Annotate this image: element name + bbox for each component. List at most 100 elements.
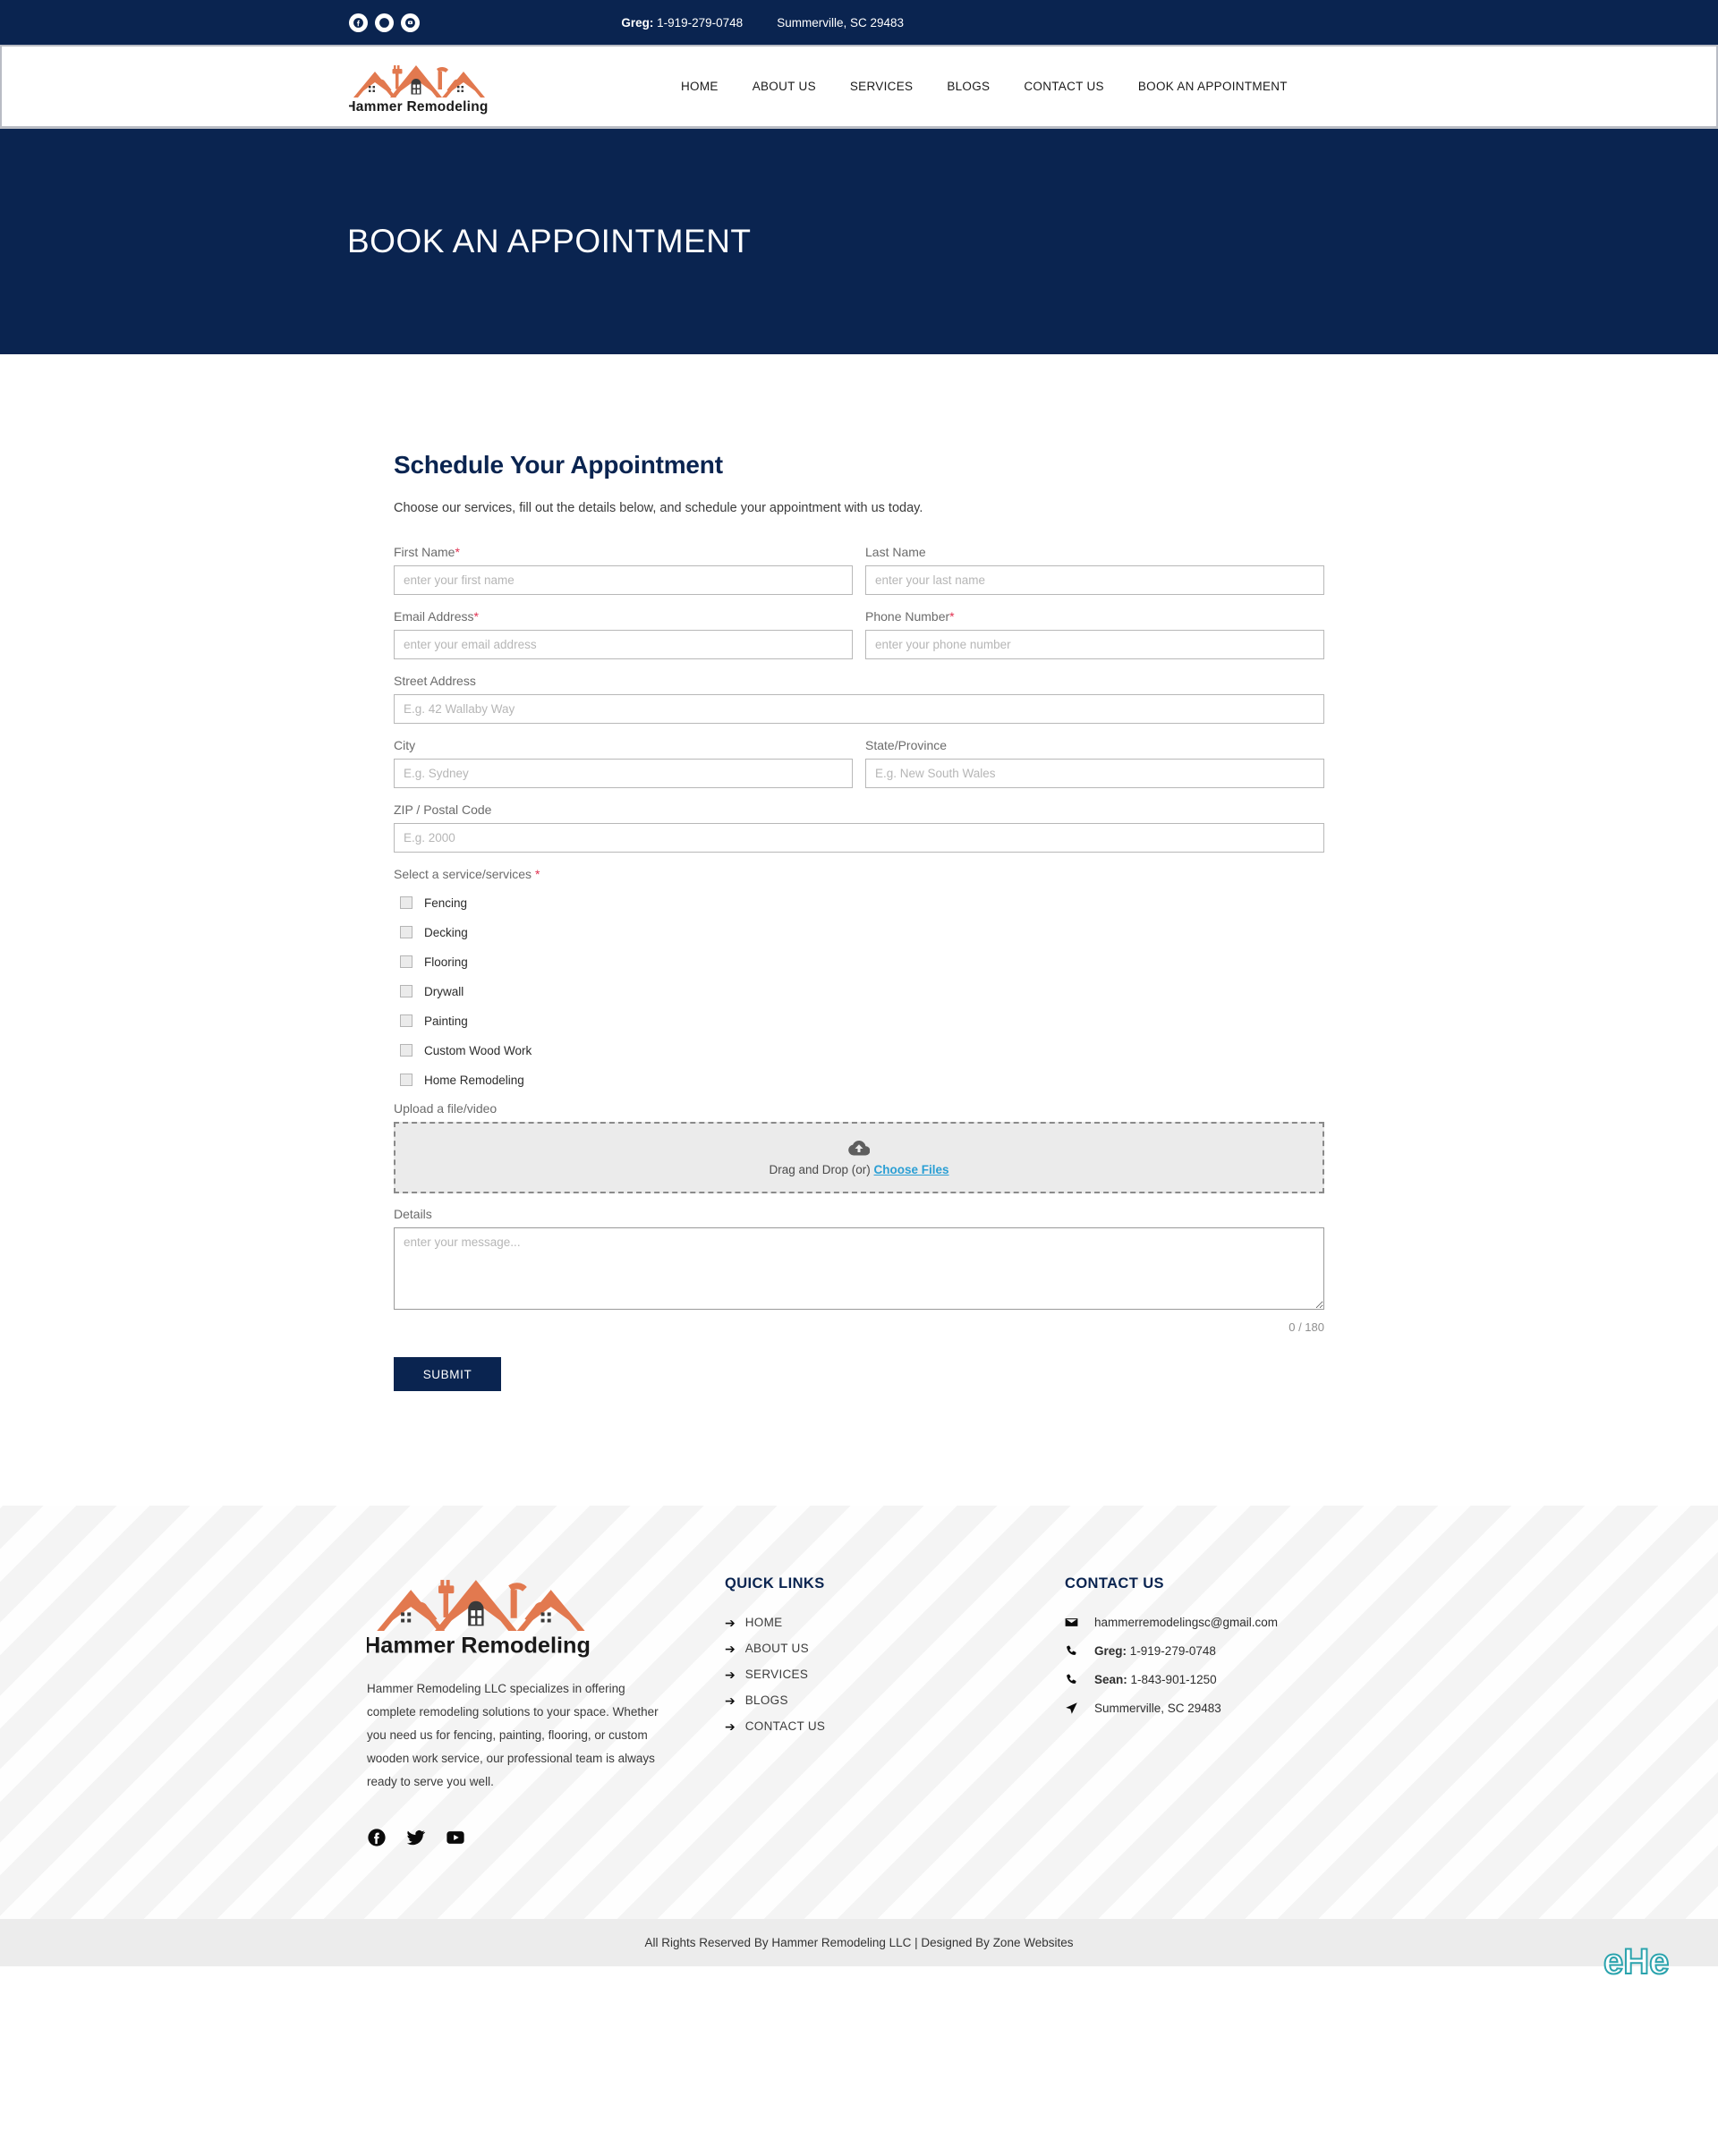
- nav-item-services[interactable]: SERVICES: [833, 80, 930, 93]
- checkbox-box[interactable]: [400, 896, 412, 909]
- nav-item-book-an-appointment[interactable]: BOOK AN APPOINTMENT: [1121, 80, 1305, 93]
- twitter-icon[interactable]: [406, 1828, 426, 1847]
- chat-widget-launcher[interactable]: eHe: [1596, 1932, 1704, 1982]
- youtube-icon[interactable]: [401, 13, 420, 32]
- copyright-main: All Rights Reserved By Hammer Remodeling…: [644, 1935, 993, 1949]
- contact-phone-sean-number: 1-843-901-1250: [1130, 1673, 1217, 1686]
- quick-links-heading: QUICK LINKS: [725, 1575, 825, 1592]
- required-asterisk: *: [534, 867, 540, 881]
- contact-phone-sean-name: Sean:: [1094, 1673, 1127, 1686]
- top-bar: Greg: 1-919-279-0748 Summerville, SC 294…: [0, 0, 1718, 45]
- checkbox-box[interactable]: [400, 1014, 412, 1027]
- field-zip-postal-code: ZIP / Postal Code: [394, 802, 1324, 853]
- hero-banner: BOOK AN APPOINTMENT: [0, 129, 1718, 354]
- street-address-label: Street Address: [394, 674, 476, 688]
- page-title: BOOK AN APPOINTMENT: [347, 223, 752, 259]
- checkbox-label: Custom Wood Work: [424, 1043, 532, 1057]
- contact-phone-sean-row[interactable]: Sean: 1-843-901-1250: [1065, 1673, 1351, 1686]
- copyright-bar: All Rights Reserved By Hammer Remodeling…: [0, 1918, 1718, 1982]
- contact-address-row: Summerville, SC 29483: [1065, 1702, 1351, 1715]
- top-bar-phone: Greg: 1-919-279-0748: [621, 16, 743, 30]
- email-input[interactable]: [394, 630, 853, 659]
- first-name-label: First Name*: [394, 545, 460, 559]
- choose-files-link[interactable]: Choose Files: [874, 1163, 949, 1176]
- field-city: City: [394, 738, 853, 788]
- checkbox-drywall[interactable]: Drywall: [394, 980, 1324, 1003]
- envelope-icon: [1065, 1616, 1083, 1629]
- checkbox-painting[interactable]: Painting: [394, 1009, 1324, 1032]
- details-label: Details: [394, 1207, 432, 1221]
- last-name-input[interactable]: [865, 565, 1324, 595]
- state-province-label: State/Province: [865, 738, 948, 752]
- checkbox-label: Fencing: [424, 896, 468, 910]
- first-name-input[interactable]: [394, 565, 853, 595]
- checkbox-fencing[interactable]: Fencing: [394, 891, 1324, 914]
- appointment-form-section: Schedule Your Appointment Choose our ser…: [0, 354, 1718, 1506]
- state-province-input[interactable]: [865, 759, 1324, 788]
- required-asterisk: *: [455, 545, 460, 559]
- quick-link-blogs[interactable]: ➔ BLOGS: [725, 1693, 1065, 1707]
- checkbox-box[interactable]: [400, 985, 412, 997]
- city-input[interactable]: [394, 759, 853, 788]
- nav-item-about-us[interactable]: ABOUT US: [736, 80, 833, 93]
- cloud-upload-icon: [848, 1140, 870, 1156]
- field-phone-number: Phone Number*: [865, 609, 1324, 659]
- quick-link-label: ABOUT US: [744, 1642, 809, 1655]
- quick-link-label: CONTACT US: [744, 1719, 826, 1733]
- required-asterisk: *: [473, 609, 479, 624]
- zip-input[interactable]: [394, 823, 1324, 853]
- contact-email-row[interactable]: hammerremodelingsc@gmail.com: [1065, 1616, 1351, 1629]
- twitter-icon[interactable]: [375, 13, 394, 32]
- details-textarea[interactable]: [394, 1227, 1324, 1310]
- top-bar-phone-name: Greg:: [621, 15, 654, 30]
- arrow-right-icon: ➔: [725, 1693, 736, 1708]
- nav-item-blogs[interactable]: BLOGS: [930, 80, 1007, 93]
- arrow-right-icon: ➔: [725, 1719, 736, 1734]
- checkbox-flooring[interactable]: Flooring: [394, 950, 1324, 973]
- submit-button[interactable]: SUBMIT: [394, 1357, 501, 1391]
- file-dropzone[interactable]: Drag and Drop (or) Choose Files: [394, 1122, 1324, 1193]
- footer-logo[interactable]: Hammer Remodeling: [367, 1570, 725, 1658]
- quick-link-home[interactable]: ➔ HOME: [725, 1616, 1065, 1629]
- quick-link-services[interactable]: ➔ SERVICES: [725, 1668, 1065, 1681]
- svg-text:Hammer Remodeling: Hammer Remodeling: [367, 1633, 591, 1658]
- quick-link-label: HOME: [744, 1616, 783, 1629]
- form-heading: Schedule Your Appointment: [394, 451, 723, 479]
- service-selection-label: Select a service/services *: [394, 867, 540, 881]
- facebook-icon[interactable]: [367, 1828, 387, 1847]
- arrow-right-icon: ➔: [725, 1641, 736, 1656]
- footer-about-column: Hammer Remodeling Hammer Remodeling LLC …: [367, 1570, 725, 1847]
- form-subtitle: Choose our services, fill out the detail…: [394, 501, 923, 515]
- youtube-icon[interactable]: [446, 1828, 465, 1847]
- last-name-label: Last Name: [865, 545, 926, 559]
- checkbox-box[interactable]: [400, 955, 412, 968]
- footer-contact-column: CONTACT US hammerremodelingsc@gmail.com …: [1065, 1570, 1351, 1730]
- nav-item-contact-us[interactable]: CONTACT US: [1007, 80, 1121, 93]
- site-footer: Hammer Remodeling Hammer Remodeling LLC …: [0, 1506, 1718, 1919]
- footer-description: Hammer Remodeling LLC specializes in off…: [367, 1682, 659, 1788]
- phone-input[interactable]: [865, 630, 1324, 659]
- top-bar-location: Summerville, SC 29483: [777, 15, 904, 30]
- designer-link[interactable]: Zone Websites: [993, 1936, 1074, 1949]
- checkbox-box[interactable]: [400, 1074, 412, 1086]
- street-address-input[interactable]: [394, 694, 1324, 724]
- service-selection-group: Select a service/services * Fencing Deck…: [394, 867, 1324, 1091]
- dropzone-text: Drag and Drop (or) Choose Files: [769, 1162, 949, 1176]
- main-navigation: HOME ABOUT US SERVICES BLOGS CONTACT US …: [664, 80, 1305, 93]
- arrow-right-icon: ➔: [725, 1667, 736, 1682]
- site-logo[interactable]: Hammer Remodeling: [349, 59, 519, 115]
- facebook-icon[interactable]: [349, 13, 368, 32]
- contact-phone-greg-row[interactable]: Greg: 1-919-279-0748: [1065, 1644, 1351, 1658]
- quick-link-label: SERVICES: [744, 1668, 809, 1681]
- checkbox-home-remodeling[interactable]: Home Remodeling: [394, 1068, 1324, 1091]
- checkbox-box[interactable]: [400, 1044, 412, 1057]
- checkbox-custom-wood-work[interactable]: Custom Wood Work: [394, 1039, 1324, 1062]
- phone-label: Phone Number*: [865, 609, 955, 624]
- checkbox-decking[interactable]: Decking: [394, 921, 1324, 944]
- location-arrow-icon: [1065, 1702, 1083, 1715]
- nav-item-home[interactable]: HOME: [664, 80, 736, 93]
- quick-link-contact-us[interactable]: ➔ CONTACT US: [725, 1719, 1065, 1733]
- checkbox-label: Drywall: [424, 984, 464, 998]
- quick-link-about-us[interactable]: ➔ ABOUT US: [725, 1642, 1065, 1655]
- checkbox-box[interactable]: [400, 926, 412, 938]
